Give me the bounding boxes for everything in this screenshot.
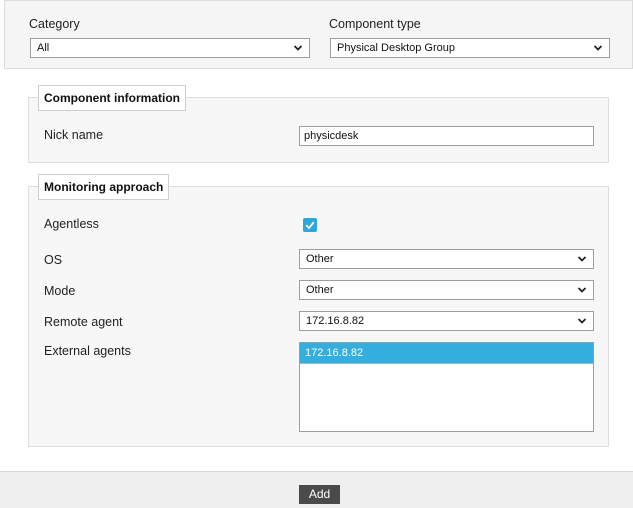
category-select[interactable]: All	[30, 38, 310, 58]
nick-name-value: physicdesk	[304, 130, 359, 142]
remote-agent-select-value: 172.16.8.82	[306, 315, 365, 327]
os-label: OS	[44, 253, 63, 267]
chevron-down-icon	[577, 285, 587, 295]
chevron-down-icon	[293, 43, 303, 53]
external-agents-option[interactable]: 172.16.8.82	[300, 343, 593, 364]
chevron-down-icon	[577, 254, 587, 264]
component-type-select[interactable]: Physical Desktop Group	[330, 38, 610, 58]
add-button[interactable]: Add	[299, 485, 340, 504]
remote-agent-label: Remote agent	[44, 315, 123, 329]
filter-bar: Category All Component type Physical Des…	[4, 0, 633, 69]
agentless-checkbox[interactable]	[303, 218, 317, 232]
footer-bar: Add	[0, 471, 633, 508]
os-select[interactable]: Other	[299, 249, 594, 269]
mode-label: Mode	[44, 284, 76, 298]
external-agents-listbox[interactable]: 172.16.8.82	[299, 342, 594, 432]
mode-select-value: Other	[306, 284, 334, 296]
nick-name-label: Nick name	[44, 128, 104, 142]
nick-name-input[interactable]: physicdesk	[299, 126, 594, 146]
mode-select[interactable]: Other	[299, 280, 594, 300]
chevron-down-icon	[593, 43, 603, 53]
chevron-down-icon	[577, 316, 587, 326]
os-select-value: Other	[306, 253, 334, 265]
remote-agent-select[interactable]: 172.16.8.82	[299, 311, 594, 331]
category-label: Category	[29, 17, 80, 31]
monitoring-approach-legend: Monitoring approach	[38, 174, 170, 200]
checkmark-icon	[305, 221, 315, 230]
component-type-select-value: Physical Desktop Group	[337, 42, 455, 54]
component-information-legend: Component information	[38, 85, 186, 111]
agentless-label: Agentless	[44, 217, 99, 231]
category-select-value: All	[37, 42, 50, 54]
component-type-label: Component type	[329, 17, 421, 31]
external-agents-label: External agents	[44, 344, 131, 358]
